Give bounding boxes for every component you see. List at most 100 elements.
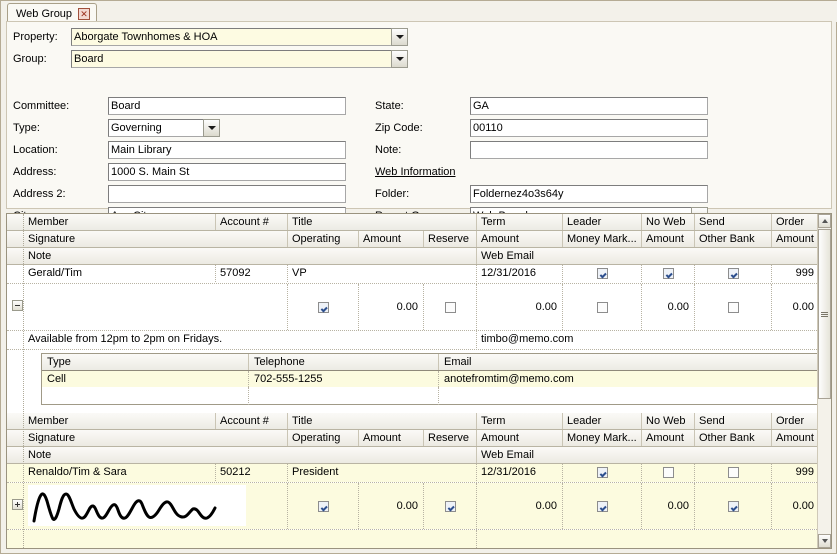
cell-contact-type-empty[interactable] <box>42 387 249 405</box>
col-signature[interactable]: Signature <box>24 231 288 247</box>
committee-input[interactable]: Board <box>108 96 346 115</box>
note-row[interactable]: Available from 12pm to 2pm on Fridays. t… <box>7 331 819 349</box>
arrow-down-icon[interactable] <box>818 534 831 548</box>
cell-reserve[interactable] <box>424 483 477 529</box>
col-amount-4[interactable]: Amount <box>772 430 819 446</box>
col-send[interactable]: Send <box>695 214 772 230</box>
col-operating[interactable]: Operating <box>288 430 359 446</box>
cell-other-bank-amount[interactable]: 0.00 <box>772 284 819 330</box>
signature-row[interactable]: 0.00 0.00 0.00 0.00 <box>7 284 819 330</box>
location-input[interactable]: Main Library <box>108 140 346 159</box>
col-leader[interactable]: Leader <box>563 413 642 429</box>
col-contact-telephone[interactable]: Telephone <box>249 354 439 370</box>
col-amount-4[interactable]: Amount <box>772 231 819 247</box>
col-title[interactable]: Title <box>288 214 477 230</box>
cell-other-bank[interactable] <box>695 483 772 529</box>
group-combo[interactable]: Board <box>71 49 408 68</box>
col-amount-3[interactable]: Amount <box>642 430 695 446</box>
col-order[interactable]: Order <box>772 413 819 429</box>
cell-web-email[interactable] <box>477 530 819 548</box>
cell-reserve[interactable] <box>424 284 477 330</box>
property-combo[interactable]: Aborgate Townhomes & HOA <box>71 27 408 46</box>
col-amount-3[interactable]: Amount <box>642 231 695 247</box>
cell-send[interactable] <box>695 464 772 481</box>
col-reserve[interactable]: Reserve <box>424 430 477 446</box>
cell-reserve-amount[interactable]: 0.00 <box>477 284 563 330</box>
col-contact-type[interactable]: Type <box>42 354 249 370</box>
cell-account[interactable]: 50212 <box>216 464 288 481</box>
vertical-scrollbar[interactable] <box>817 214 831 548</box>
cell-account[interactable]: 57092 <box>216 265 288 282</box>
cell-money-market[interactable] <box>563 284 642 330</box>
send-checkbox[interactable] <box>727 466 739 478</box>
chevron-down-icon[interactable] <box>391 27 408 46</box>
col-money-market[interactable]: Money Mark... <box>563 231 642 247</box>
address-input[interactable]: 1000 S. Main St <box>108 162 346 181</box>
cell-order[interactable]: 999 <box>772 464 819 481</box>
cell-term[interactable]: 12/31/2016 <box>477 464 563 481</box>
members-grid[interactable]: Member Account # Title Term Leader No We… <box>6 213 832 549</box>
col-contact-email[interactable]: Email <box>439 354 818 370</box>
cell-title[interactable]: President <box>288 464 477 481</box>
col-money-market[interactable]: Money Mark... <box>563 430 642 446</box>
col-operating[interactable]: Operating <box>288 231 359 247</box>
type-input[interactable]: Governing <box>108 118 203 137</box>
leader-checkbox[interactable] <box>596 267 608 279</box>
contact-row[interactable]: Cell 702-555-1255 anotefromtim@memo.com <box>42 371 818 387</box>
cell-other-bank[interactable] <box>695 284 772 330</box>
reserve-checkbox[interactable] <box>444 500 456 512</box>
cell-money-market-amount[interactable]: 0.00 <box>642 483 695 529</box>
col-leader[interactable]: Leader <box>563 214 642 230</box>
contact-row-empty[interactable] <box>42 387 818 405</box>
col-noweb[interactable]: No Web <box>642 413 695 429</box>
cell-title[interactable]: VP <box>288 265 477 282</box>
money-market-checkbox[interactable] <box>596 500 608 512</box>
operating-checkbox[interactable] <box>317 500 329 512</box>
table-row[interactable]: Renaldo/Tim & Sara 50212 President 12/31… <box>7 464 819 482</box>
col-order[interactable]: Order <box>772 214 819 230</box>
send-checkbox[interactable] <box>727 267 739 279</box>
cell-note[interactable] <box>24 530 477 548</box>
tab-web-group[interactable]: Web Group ✕ <box>7 3 98 22</box>
cell-order[interactable]: 999 <box>772 265 819 282</box>
cell-operating-amount[interactable]: 0.00 <box>359 284 424 330</box>
noweb-checkbox[interactable] <box>662 466 674 478</box>
cell-contact-telephone-empty[interactable] <box>249 387 439 405</box>
col-web-email[interactable]: Web Email <box>477 248 819 264</box>
col-account[interactable]: Account # <box>216 214 288 230</box>
other-bank-checkbox[interactable] <box>727 301 739 313</box>
col-reserve[interactable]: Reserve <box>424 231 477 247</box>
folder-input[interactable]: Foldernez4o3s64y <box>470 184 708 203</box>
col-amount-1[interactable]: Amount <box>359 430 424 446</box>
zipcode-input[interactable]: 00110 <box>470 118 708 137</box>
noweb-checkbox[interactable] <box>662 267 674 279</box>
property-input[interactable]: Aborgate Townhomes & HOA <box>71 27 391 46</box>
cell-signature[interactable] <box>24 284 288 330</box>
reserve-checkbox[interactable] <box>444 301 456 313</box>
col-signature[interactable]: Signature <box>24 430 288 446</box>
cell-other-bank-amount[interactable]: 0.00 <box>772 483 819 529</box>
col-term[interactable]: Term <box>477 413 563 429</box>
address2-input[interactable] <box>108 184 346 203</box>
chevron-down-icon[interactable] <box>391 49 408 68</box>
operating-checkbox[interactable] <box>317 301 329 313</box>
col-noweb[interactable]: No Web <box>642 214 695 230</box>
cell-money-market-amount[interactable]: 0.00 <box>642 284 695 330</box>
cell-leader[interactable] <box>563 464 642 481</box>
cell-operating[interactable] <box>288 483 359 529</box>
cell-contact-email-empty[interactable] <box>439 387 818 405</box>
arrow-up-icon[interactable] <box>818 214 831 228</box>
col-amount-2[interactable]: Amount <box>477 231 563 247</box>
cell-noweb[interactable] <box>642 265 695 282</box>
col-web-email[interactable]: Web Email <box>477 447 819 463</box>
cell-reserve-amount[interactable]: 0.00 <box>477 483 563 529</box>
close-icon[interactable]: ✕ <box>78 8 91 20</box>
cell-term[interactable]: 12/31/2016 <box>477 265 563 282</box>
col-amount-1[interactable]: Amount <box>359 231 424 247</box>
col-other-bank[interactable]: Other Bank <box>695 231 772 247</box>
note-row[interactable] <box>7 530 819 548</box>
cell-signature[interactable] <box>24 483 288 529</box>
leader-checkbox[interactable] <box>596 466 608 478</box>
col-term[interactable]: Term <box>477 214 563 230</box>
col-member[interactable]: Member <box>24 214 216 230</box>
